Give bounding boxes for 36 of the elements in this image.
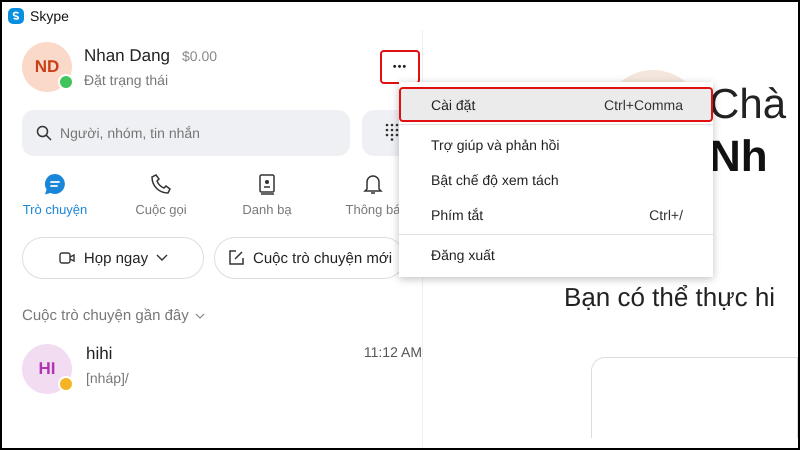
nav-tab[interactable]: Danh bạ bbox=[214, 172, 320, 217]
menu-item-label: Phím tắt bbox=[431, 206, 484, 222]
shortcut-text: Ctrl+/ bbox=[649, 206, 683, 222]
avatar[interactable]: ND bbox=[22, 42, 72, 92]
menu-item-label: Bật chế độ xem tách bbox=[431, 172, 559, 188]
nav-tab[interactable]: Cuộc gọi bbox=[108, 172, 214, 217]
tab-label: Trò chuyện bbox=[22, 202, 88, 217]
nav-tab[interactable]: Trò chuyện bbox=[2, 172, 108, 217]
compose-icon bbox=[227, 249, 245, 267]
avatar: HI bbox=[22, 344, 72, 394]
subtitle-text: Bạn có thể thực hi bbox=[563, 282, 776, 313]
chat-bubble-icon bbox=[43, 172, 67, 196]
search-icon bbox=[36, 125, 52, 141]
menu-item-label: Trợ giúp và phản hồi bbox=[431, 136, 560, 152]
tab-label: Cuộc gọi bbox=[135, 202, 187, 217]
section-heading[interactable]: Cuộc trò chuyện gần đây bbox=[22, 307, 189, 324]
menu-item-label: Cài đặt bbox=[431, 96, 476, 112]
menu-item[interactable]: Phím tắt Ctrl+/ bbox=[399, 197, 713, 232]
window-title: Skype bbox=[30, 8, 69, 24]
chevron-down-icon bbox=[194, 312, 205, 318]
chat-list-item[interactable]: HI hihi 11:12 AM [nháp]/ bbox=[22, 344, 422, 394]
set-status-link[interactable]: Đặt trạng thái bbox=[84, 72, 368, 88]
tab-label: Danh bạ bbox=[242, 202, 292, 217]
skype-logo-icon bbox=[8, 8, 24, 24]
search-field[interactable]: Người, nhóm, tin nhắn bbox=[22, 110, 350, 156]
menu-item-label: Đăng xuất bbox=[431, 246, 495, 262]
dialpad-icon bbox=[385, 122, 399, 140]
message-time: 11:12 AM bbox=[364, 344, 422, 362]
menu-item[interactable]: Cài đặt Ctrl+Comma bbox=[399, 87, 713, 122]
phone-icon bbox=[149, 172, 173, 196]
profile-name: Nhan Dang bbox=[84, 46, 170, 66]
balance: $0.00 bbox=[182, 48, 218, 64]
shortcut-text: Ctrl+Comma bbox=[604, 96, 683, 112]
action-button[interactable]: Họp ngay bbox=[22, 237, 204, 279]
message-preview: [nháp]/ bbox=[86, 370, 130, 386]
contact-name: hihi bbox=[86, 344, 112, 364]
